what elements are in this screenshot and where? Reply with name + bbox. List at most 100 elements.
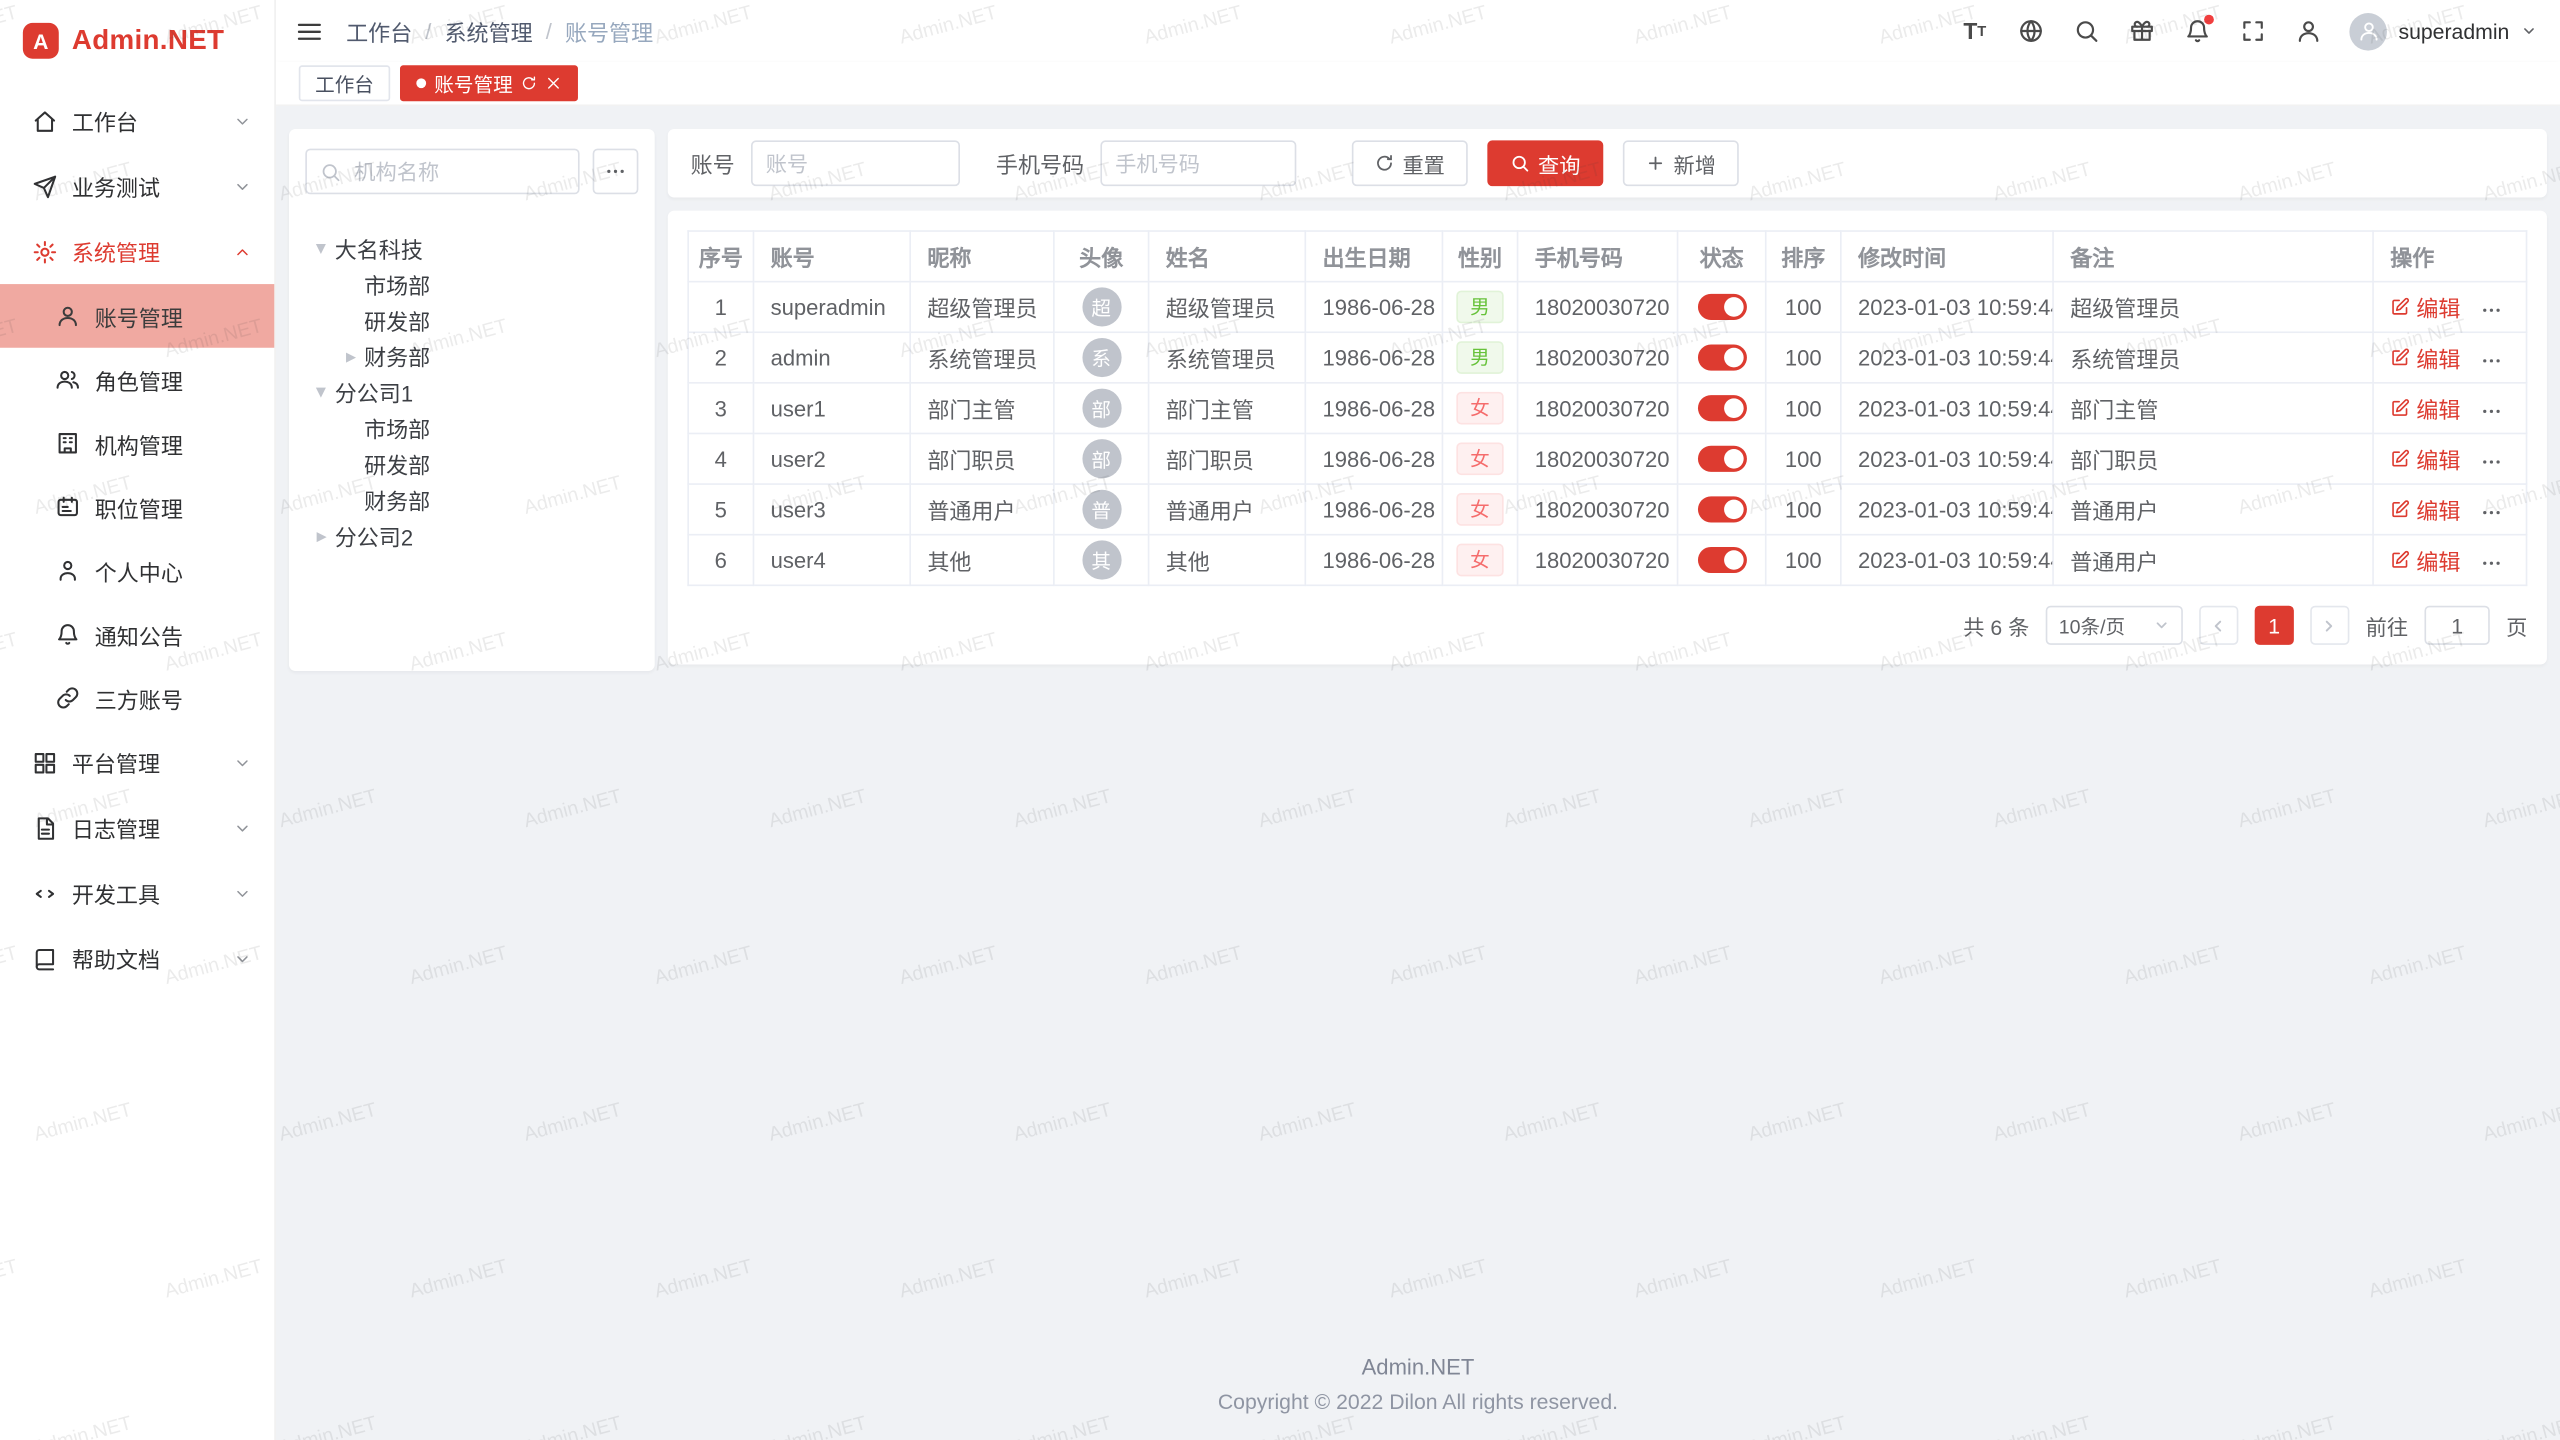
edit-button[interactable]: 编辑 [2390, 392, 2460, 425]
page-number-button[interactable]: 1 [2255, 606, 2294, 645]
row-more-button[interactable] [2480, 350, 2503, 373]
header-locale-icon[interactable] [2016, 17, 2044, 45]
search-button[interactable]: 查询 [1487, 140, 1603, 186]
tree-node-分公司2[interactable]: ▶分公司2 [305, 518, 638, 554]
book-icon [33, 946, 57, 970]
sidebar-subitem-角色管理[interactable]: 角色管理 [0, 348, 274, 412]
more-icon [2480, 553, 2503, 576]
tree-node-研发部[interactable]: 研发部 [305, 446, 638, 482]
sidebar-item-label: 日志管理 [72, 811, 219, 844]
tree-more-button[interactable] [593, 149, 639, 195]
tree-node-财务部[interactable]: ▶财务部 [305, 338, 638, 374]
edit-button[interactable]: 编辑 [2390, 493, 2460, 526]
header-bell-icon[interactable] [2183, 17, 2211, 45]
status-toggle[interactable] [1697, 446, 1746, 472]
sidebar-subitem-通知公告[interactable]: 通知公告 [0, 602, 274, 666]
cell-account: user3 [753, 484, 910, 535]
sidebar-item-工作台[interactable]: 工作台 [0, 88, 274, 153]
cell-account: user2 [753, 433, 910, 484]
sidebar-item-平台管理[interactable]: 平台管理 [0, 730, 274, 795]
cell-ops: 编辑 [2373, 383, 2526, 434]
tab-refresh-button[interactable] [521, 75, 537, 91]
prev-page-button[interactable] [2199, 606, 2238, 645]
column-header-账号: 账号 [753, 231, 910, 282]
status-toggle[interactable] [1697, 345, 1746, 371]
more-icon [2480, 451, 2503, 474]
sidebar-subitem-三方账号[interactable]: 三方账号 [0, 666, 274, 730]
edit-icon [2390, 398, 2410, 418]
tree-node-大名科技[interactable]: ▶大名科技 [305, 230, 638, 266]
app-root: A Admin.NET 工作台业务测试系统管理账号管理角色管理机构管理职位管理个… [0, 0, 2560, 1440]
chevron-down-icon [233, 242, 251, 260]
cell-time: 2023-01-03 10:59:44 [1841, 282, 2053, 333]
tree-node-分公司1[interactable]: ▶分公司1 [305, 374, 638, 410]
goto-page-input[interactable] [2424, 606, 2489, 645]
edit-button[interactable]: 编辑 [2390, 341, 2460, 374]
header-user-icon[interactable] [2294, 17, 2322, 45]
cell-nickname: 其他 [910, 535, 1054, 586]
row-more-button[interactable] [2480, 299, 2503, 322]
status-toggle[interactable] [1697, 497, 1746, 523]
breadcrumb-item[interactable]: 系统管理 [445, 15, 533, 48]
status-toggle[interactable] [1697, 547, 1746, 573]
table-row: 3user1部门主管部部门主管1986-06-28女18020030720100… [688, 383, 2526, 434]
cell-phone: 18020030720 [1518, 433, 1678, 484]
tab-工作台[interactable]: 工作台 [299, 65, 390, 101]
sidebar-subitem-账号管理[interactable]: 账号管理 [0, 284, 274, 348]
status-toggle[interactable] [1697, 395, 1746, 421]
account-input[interactable] [751, 140, 960, 186]
sidebar-item-日志管理[interactable]: 日志管理 [0, 795, 274, 860]
row-more-button[interactable] [2480, 401, 2503, 424]
sidebar-item-开发工具[interactable]: 开发工具 [0, 860, 274, 925]
sidebar-subitem-机构管理[interactable]: 机构管理 [0, 411, 274, 475]
sidebar-subitem-个人中心[interactable]: 个人中心 [0, 539, 274, 603]
tree-caret-icon[interactable]: ▶ [314, 379, 329, 405]
tab-账号管理[interactable]: 账号管理 [400, 65, 578, 101]
org-tree-panel: ▶大名科技市场部研发部▶财务部▶分公司1市场部研发部财务部▶分公司2 [289, 129, 655, 671]
tree-node-财务部[interactable]: 财务部 [305, 482, 638, 518]
phone-input[interactable] [1100, 140, 1296, 186]
tab-close-button[interactable] [545, 75, 561, 91]
edit-button[interactable]: 编辑 [2390, 291, 2460, 324]
header-theme-icon[interactable] [2127, 17, 2155, 45]
tree-node-市场部[interactable]: 市场部 [305, 266, 638, 302]
cell-sort: 100 [1766, 383, 1841, 434]
tree-caret-icon[interactable]: ▶ [314, 235, 329, 261]
edit-button[interactable]: 编辑 [2390, 442, 2460, 475]
row-more-button[interactable] [2480, 553, 2503, 576]
column-header-状态: 状态 [1678, 231, 1766, 282]
status-toggle[interactable] [1697, 294, 1746, 320]
tree-node-label: 市场部 [364, 411, 430, 444]
tree-caret-icon[interactable]: ▶ [309, 528, 335, 543]
app-logo[interactable]: A Admin.NET [0, 0, 274, 82]
breadcrumb-item[interactable]: 工作台 [346, 15, 412, 48]
table-row: 2admin系统管理员系系统管理员1986-06-28男180200307201… [688, 332, 2526, 383]
edit-button[interactable]: 编辑 [2390, 544, 2460, 577]
tree-caret-icon[interactable]: ▶ [338, 349, 364, 364]
sidebar-item-系统管理[interactable]: 系统管理 [0, 219, 274, 284]
tabs-bar: 工作台账号管理 [276, 62, 2560, 106]
header-font-size-icon[interactable]: TT [1961, 17, 1989, 45]
cell-status [1678, 282, 1766, 333]
header-search-icon[interactable] [2072, 17, 2100, 45]
org-search-input[interactable] [351, 158, 565, 186]
reset-button[interactable]: 重置 [1352, 140, 1468, 186]
next-page-button[interactable] [2310, 606, 2349, 645]
row-more-button[interactable] [2480, 451, 2503, 474]
username: superadmin [2398, 19, 2509, 43]
sidebar-subitem-职位管理[interactable]: 职位管理 [0, 475, 274, 539]
user-menu[interactable]: superadmin [2349, 12, 2537, 50]
page-size-select[interactable]: 10条/页 [2046, 606, 2183, 645]
sidebar-subitem-label: 个人中心 [95, 554, 183, 587]
header-fullscreen-icon[interactable] [2238, 17, 2266, 45]
add-button[interactable]: 新增 [1623, 140, 1739, 186]
tree-node-市场部[interactable]: 市场部 [305, 410, 638, 446]
tree-node-研发部[interactable]: 研发部 [305, 302, 638, 338]
gender-tag: 女 [1457, 392, 1503, 425]
sidebar-item-帮助文档[interactable]: 帮助文档 [0, 926, 274, 991]
badge-icon [56, 495, 80, 519]
cell-phone: 18020030720 [1518, 535, 1678, 586]
sidebar-item-业务测试[interactable]: 业务测试 [0, 153, 274, 218]
row-more-button[interactable] [2480, 502, 2503, 525]
hamburger-icon[interactable] [296, 17, 324, 45]
